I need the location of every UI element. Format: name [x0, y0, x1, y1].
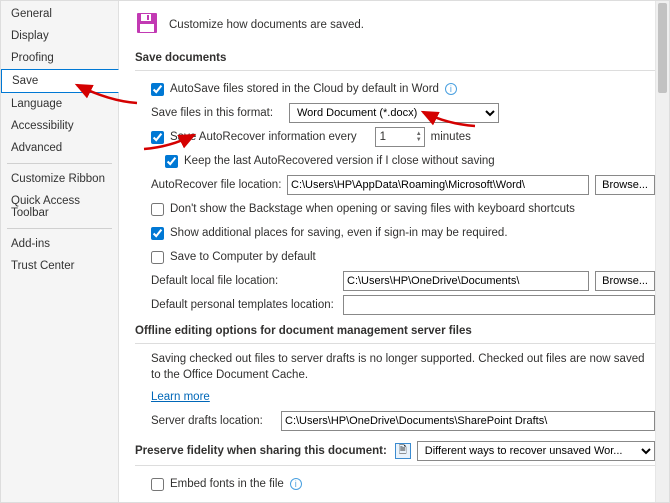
keep-last-checkbox[interactable] — [165, 155, 178, 168]
section-preserve: Preserve fidelity when sharing this docu… — [135, 445, 387, 457]
sidebar-item-trust-center[interactable]: Trust Center — [1, 255, 118, 277]
sidebar-item-customize-ribbon[interactable]: Customize Ribbon — [1, 168, 118, 190]
backstage-checkbox[interactable] — [151, 203, 164, 216]
section-save-documents: Save documents — [135, 52, 655, 64]
default-local-input[interactable] — [343, 271, 589, 291]
autorecover-unit: minutes — [431, 131, 471, 143]
options-sidebar: General Display Proofing Save Language A… — [1, 1, 119, 502]
embed-fonts-label: Embed fonts in the file — [170, 478, 284, 490]
default-local-label: Default local file location: — [151, 275, 337, 287]
autorecover-minutes-spinner[interactable]: 1 ▲▼ — [375, 127, 425, 147]
offline-note: Saving checked out files to server draft… — [135, 352, 655, 383]
server-drafts-input[interactable] — [281, 411, 655, 431]
sidebar-item-general[interactable]: General — [1, 3, 118, 25]
autorecover-loc-input[interactable] — [287, 175, 589, 195]
info-icon[interactable]: i — [290, 478, 302, 490]
backstage-label: Don't show the Backstage when opening or… — [170, 203, 575, 215]
sidebar-item-accessibility[interactable]: Accessibility — [1, 115, 118, 137]
default-templates-label: Default personal templates location: — [151, 299, 337, 311]
default-templates-input[interactable] — [343, 295, 655, 315]
section-offline: Offline editing options for document man… — [135, 325, 655, 337]
sidebar-item-quick-access[interactable]: Quick Access Toolbar — [1, 190, 118, 224]
autorecover-loc-browse-button[interactable]: Browse... — [595, 175, 655, 195]
learn-more-link[interactable]: Learn more — [151, 391, 210, 403]
server-drafts-label: Server drafts location: — [151, 415, 275, 427]
scrollbar[interactable] — [655, 1, 669, 502]
preserve-doc-select[interactable]: Different ways to recover unsaved Wor... — [417, 441, 655, 461]
sidebar-item-display[interactable]: Display — [1, 25, 118, 47]
format-label: Save files in this format: — [151, 107, 283, 119]
autorecover-label: Save AutoRecover information every — [170, 131, 357, 143]
main-panel: Customize how documents are saved. Save … — [119, 1, 669, 502]
autorecover-checkbox[interactable] — [151, 131, 164, 144]
info-icon[interactable]: i — [445, 83, 457, 95]
sidebar-item-advanced[interactable]: Advanced — [1, 137, 118, 159]
scrollbar-thumb[interactable] — [658, 3, 667, 93]
show-additional-checkbox[interactable] — [151, 227, 164, 240]
keep-last-label: Keep the last AutoRecovered version if I… — [184, 155, 495, 167]
format-select[interactable]: Word Document (*.docx) — [289, 103, 499, 123]
autosave-cloud-label: AutoSave files stored in the Cloud by de… — [170, 83, 439, 95]
header-text: Customize how documents are saved. — [169, 19, 364, 31]
sidebar-item-language[interactable]: Language — [1, 93, 118, 115]
sidebar-item-addins[interactable]: Add-ins — [1, 233, 118, 255]
save-computer-checkbox[interactable] — [151, 251, 164, 264]
embed-fonts-checkbox[interactable] — [151, 478, 164, 491]
document-icon: 🗎 — [395, 443, 411, 459]
autorecover-loc-label: AutoRecover file location: — [151, 179, 281, 191]
save-icon — [135, 11, 159, 38]
sidebar-item-save[interactable]: Save — [1, 69, 119, 93]
default-local-browse-button[interactable]: Browse... — [595, 271, 655, 291]
autosave-cloud-checkbox[interactable] — [151, 83, 164, 96]
show-additional-label: Show additional places for saving, even … — [170, 227, 508, 239]
save-computer-label: Save to Computer by default — [170, 251, 316, 263]
sidebar-item-proofing[interactable]: Proofing — [1, 47, 118, 69]
